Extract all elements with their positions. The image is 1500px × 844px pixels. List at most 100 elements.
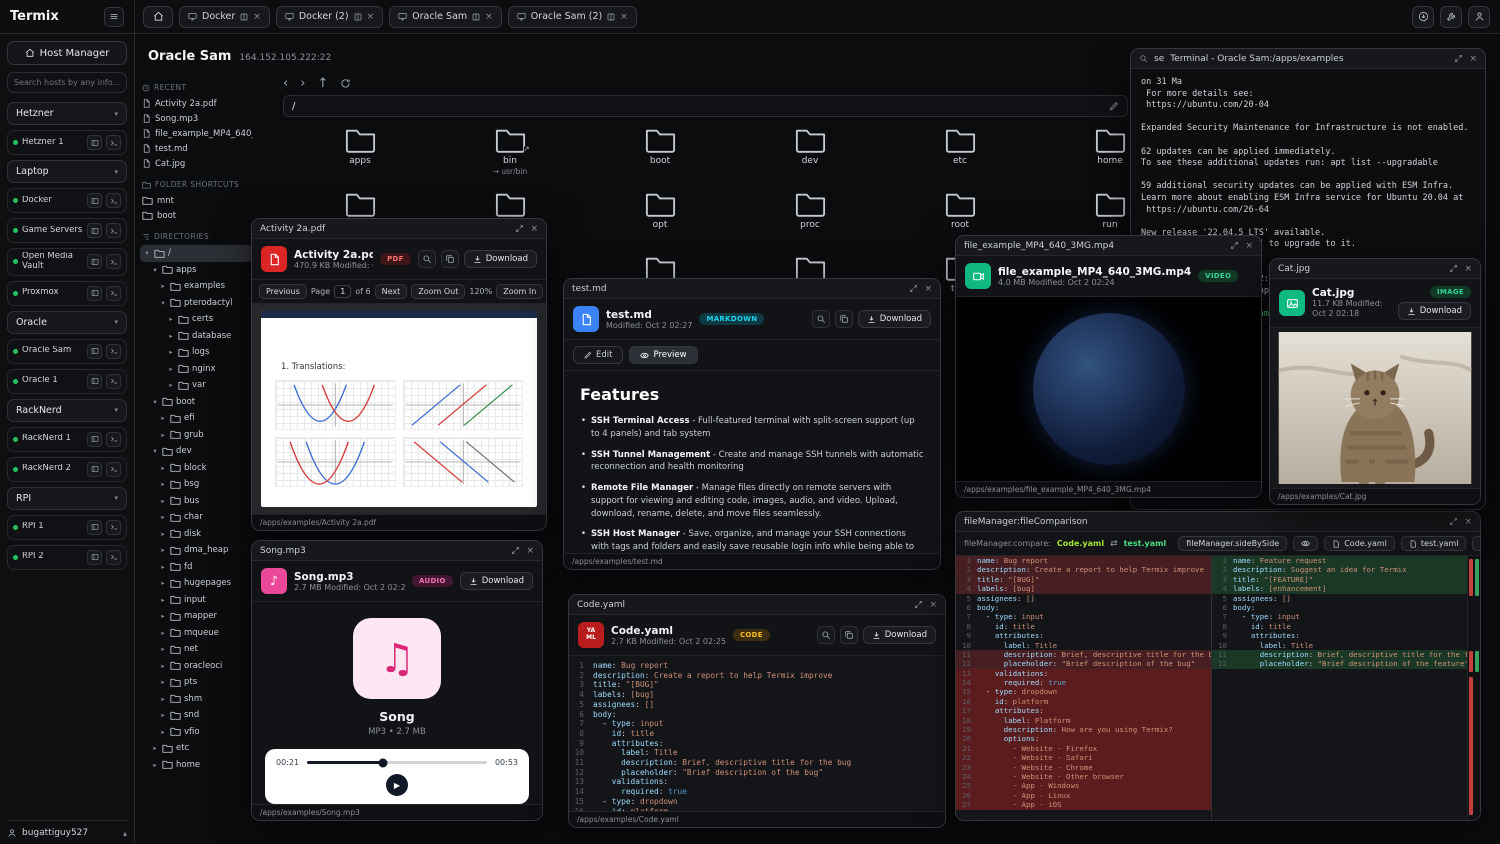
tree-item-[interactable]: ▾/ — [140, 245, 253, 262]
terminal-icon[interactable] — [106, 550, 121, 565]
copy-icon[interactable] — [835, 310, 853, 328]
tree-item-database[interactable]: ▸database — [140, 328, 253, 345]
tab-docker-2[interactable]: Docker (2)× — [276, 6, 383, 28]
close-icon[interactable]: × — [1245, 241, 1253, 251]
chevron-right-icon[interactable]: ▸ — [159, 629, 167, 637]
file-manager-icon[interactable] — [87, 520, 102, 535]
tree-item-var[interactable]: ▸var — [140, 377, 253, 394]
close-icon[interactable]: × — [530, 224, 538, 234]
terminal-icon[interactable] — [106, 254, 121, 269]
previous-page-button[interactable]: Previous — [259, 284, 307, 299]
open-right-file-button[interactable]: test.yaml — [1401, 536, 1467, 551]
file-manager-icon[interactable] — [87, 135, 102, 150]
terminal-icon[interactable] — [106, 462, 121, 477]
expand-icon[interactable] — [1454, 54, 1463, 63]
tree-item-dev[interactable]: ▾dev — [140, 443, 253, 460]
shortcut-folder-mnt[interactable]: mnt — [140, 193, 253, 208]
tree-item-nginx[interactable]: ▸nginx — [140, 361, 253, 378]
home-tab[interactable] — [143, 6, 173, 28]
terminal-icon[interactable] — [106, 374, 121, 389]
host-item-racknerd-2[interactable]: RackNerd 2 — [7, 457, 127, 482]
download-button[interactable]: Download — [464, 250, 537, 268]
split-view-icon[interactable] — [472, 13, 480, 21]
window-titlebar[interactable]: fileManager:fileComparison × — [956, 512, 1480, 532]
grid-folder-boot[interactable]: boot — [585, 122, 735, 186]
tab-oracle-sam[interactable]: Oracle Sam× — [389, 6, 502, 28]
diff-left-pane[interactable]: 1name: Bug report2description: Create a … — [956, 556, 1212, 820]
close-tab-icon[interactable]: × — [367, 12, 375, 22]
recent-file-file-example-mp4-640-3mg[interactable]: file_example_MP4_640_3MG... — [140, 126, 253, 141]
page-input[interactable]: 1 — [334, 285, 351, 298]
terminal-icon[interactable] — [106, 286, 121, 301]
close-icon[interactable]: × — [1469, 54, 1477, 64]
close-tab-icon[interactable]: × — [485, 12, 493, 22]
chevron-right-icon[interactable]: ▸ — [159, 612, 167, 620]
download-button[interactable]: Download — [1398, 302, 1471, 320]
chevron-right-icon[interactable]: ▸ — [167, 381, 175, 389]
file-manager-icon[interactable] — [87, 462, 102, 477]
expand-icon[interactable] — [914, 600, 923, 609]
refresh-icon[interactable] — [340, 78, 351, 89]
edit-path-icon[interactable] — [1109, 101, 1119, 111]
host-item-proxmox[interactable]: Proxmox — [7, 281, 127, 306]
settings-wrench-icon[interactable] — [1440, 6, 1462, 28]
close-icon[interactable]: × — [526, 546, 534, 556]
expand-icon[interactable] — [1449, 264, 1458, 273]
back-icon[interactable]: ‹ — [283, 76, 288, 91]
chevron-right-icon[interactable]: ▸ — [159, 431, 167, 439]
window-titlebar[interactable]: Cat.jpg × — [1270, 259, 1480, 279]
split-view-icon[interactable] — [240, 13, 248, 21]
host-search[interactable] — [7, 72, 127, 93]
tree-item-char[interactable]: ▸char — [140, 509, 253, 526]
terminal-icon[interactable] — [106, 520, 121, 535]
tree-item-home[interactable]: ▸home — [140, 757, 253, 774]
chevron-right-icon[interactable]: ▸ — [159, 579, 167, 587]
host-item-rpi-2[interactable]: RPI 2 — [7, 545, 127, 570]
chevron-right-icon[interactable]: ▸ — [167, 315, 175, 323]
path-bar[interactable]: / — [283, 95, 1128, 117]
tree-item-efi[interactable]: ▸efi — [140, 410, 253, 427]
tree-item-grub[interactable]: ▸grub — [140, 427, 253, 444]
download-button[interactable]: Download — [460, 572, 533, 590]
download-button[interactable]: Download — [858, 310, 931, 328]
window-titlebar[interactable]: file_example_MP4_640_3MG.mp4 × — [956, 236, 1261, 256]
host-item-hetzner-1[interactable]: Hetzner 1 — [7, 130, 127, 155]
open-left-file-button[interactable]: Code.yaml — [1324, 536, 1395, 551]
preview-tab[interactable]: Preview — [629, 346, 697, 364]
close-icon[interactable]: × — [1464, 264, 1472, 274]
tree-item-block[interactable]: ▸block — [140, 460, 253, 477]
chevron-right-icon[interactable]: ▸ — [151, 744, 159, 752]
tree-item-pts[interactable]: ▸pts — [140, 674, 253, 691]
chevron-right-icon[interactable]: ▸ — [159, 546, 167, 554]
swap-icon[interactable]: ⇄ — [1110, 539, 1118, 549]
chevron-down-icon[interactable]: ▾ — [143, 249, 151, 257]
zoom-out-button[interactable]: Zoom Out — [411, 284, 465, 299]
host-item-docker[interactable]: Docker — [7, 188, 127, 213]
chevron-right-icon[interactable]: ▸ — [159, 645, 167, 653]
up-directory-icon[interactable]: ↑ — [317, 76, 328, 91]
close-tab-icon[interactable]: × — [620, 12, 628, 22]
expand-icon[interactable] — [515, 224, 524, 233]
chevron-right-icon[interactable]: ▸ — [159, 678, 167, 686]
recent-file-song-mp3[interactable]: Song.mp3 — [140, 111, 253, 126]
tree-item-examples[interactable]: ▸examples — [140, 278, 253, 295]
window-titlebar[interactable]: Activity 2a.pdf × — [252, 219, 546, 239]
diff-minimap[interactable] — [1467, 556, 1480, 820]
terminal-icon[interactable] — [106, 223, 121, 238]
tree-item-bsg[interactable]: ▸bsg — [140, 476, 253, 493]
chevron-right-icon[interactable]: ▸ — [159, 414, 167, 422]
file-manager-icon[interactable] — [87, 193, 102, 208]
zoom-in-button[interactable]: Zoom In — [496, 284, 543, 299]
tree-item-bus[interactable]: ▸bus — [140, 493, 253, 510]
tree-item-pterodactyl[interactable]: ▾pterodactyl — [140, 295, 253, 312]
copy-icon[interactable] — [840, 626, 858, 644]
code-editor[interactable]: 1name: Bug report2description: Create a … — [569, 656, 945, 811]
chevron-right-icon[interactable]: ▸ — [159, 695, 167, 703]
grid-folder-bin[interactable]: ↗bin→ usr/bin — [435, 122, 585, 186]
recent-file-activity-2a-pdf[interactable]: Activity 2a.pdf — [140, 96, 253, 111]
tree-item-hugepages[interactable]: ▸hugepages — [140, 575, 253, 592]
side-by-side-button[interactable]: fileManager.sideBySide — [1178, 536, 1287, 551]
shortcut-folder-boot[interactable]: boot — [140, 208, 253, 223]
split-view-icon[interactable] — [354, 13, 362, 21]
chevron-right-icon[interactable]: ▸ — [159, 530, 167, 538]
